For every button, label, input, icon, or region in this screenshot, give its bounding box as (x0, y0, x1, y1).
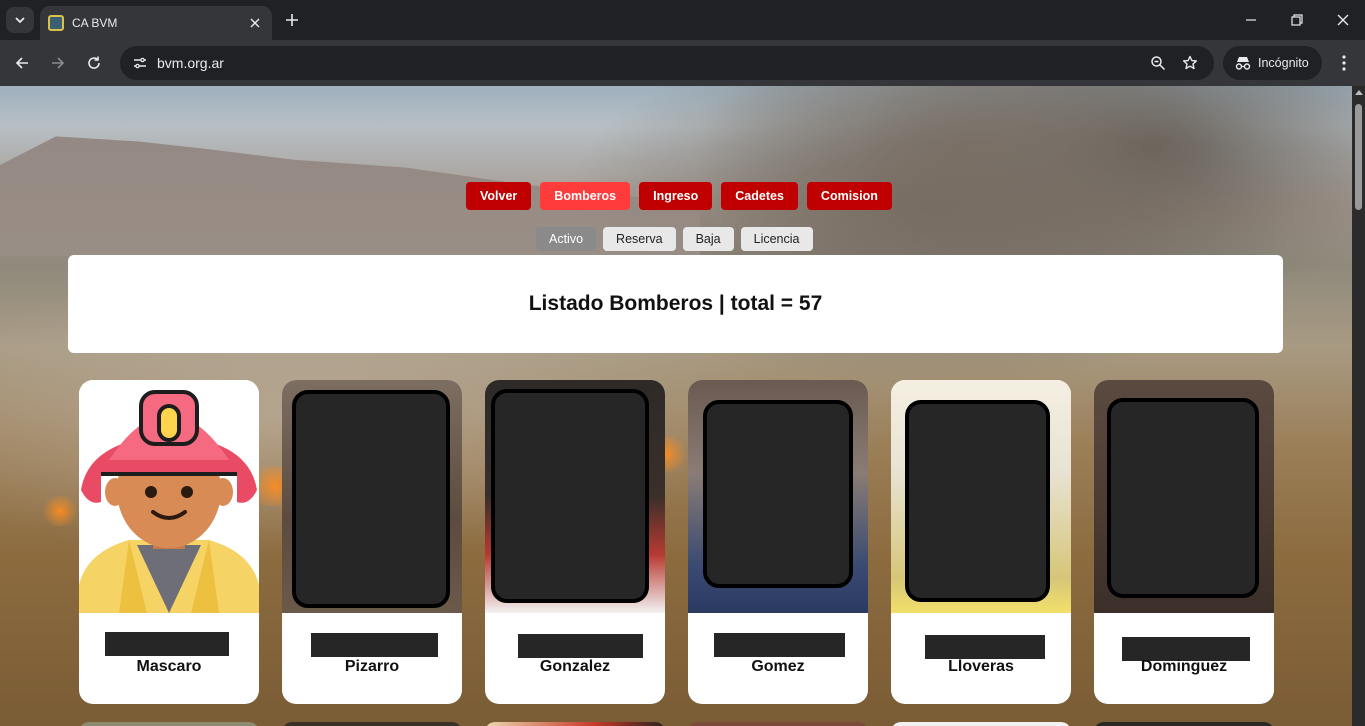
name-redaction-bar (925, 635, 1045, 659)
forward-button[interactable] (46, 51, 70, 75)
firefighter-surname: Lloveras (948, 658, 1014, 675)
more-vert-icon (1342, 55, 1346, 71)
name-redaction-bar (311, 633, 438, 657)
firefighter-card[interactable]: Lloveras (891, 380, 1071, 704)
site-favicon-icon (48, 15, 64, 31)
bookmark-button[interactable] (1179, 52, 1201, 74)
scroll-up-arrow-icon[interactable] (1355, 90, 1363, 95)
arrow-right-icon (52, 57, 65, 69)
zoom-button[interactable] (1147, 52, 1169, 74)
firefighter-card-partial[interactable] (688, 722, 868, 726)
firefighter-card[interactable]: Dominguez (1094, 380, 1274, 704)
site-settings-button[interactable] (128, 51, 152, 75)
firefighter-card-partial[interactable] (282, 722, 462, 726)
browser-tab[interactable]: CA BVM (40, 6, 272, 40)
incognito-label: Incógnito (1258, 56, 1309, 70)
photo-redaction-box (292, 390, 450, 608)
photo-redaction-box (703, 400, 853, 588)
browser-tab-bar: CA BVM (0, 0, 1365, 40)
firefighter-card[interactable]: Gomez (688, 380, 868, 704)
restore-icon (1291, 14, 1303, 26)
page-title: Listado Bomberos | total = 57 (528, 292, 823, 315)
name-redaction-bar (714, 633, 845, 657)
arrow-left-icon (15, 57, 28, 69)
back-button[interactable] (10, 51, 34, 75)
address-bar[interactable]: bvm.org.ar (120, 46, 1214, 80)
nav-ingreso-button[interactable]: Ingreso (639, 182, 713, 210)
plus-icon (286, 14, 298, 26)
firefighter-card[interactable]: Mascaro (79, 380, 259, 704)
firefighter-card[interactable]: Gonzalez (485, 380, 665, 704)
firefighter-card-partial[interactable] (79, 722, 259, 726)
minimize-icon (1246, 19, 1256, 21)
nav-cadetes-button[interactable]: Cadetes (721, 182, 798, 210)
page-viewport: Volver Bomberos Ingreso Cadetes Comision… (0, 86, 1352, 726)
firefighter-surname: Dominguez (1140, 658, 1228, 675)
firefighter-surname: Mascaro (136, 658, 202, 675)
nav-bomberos-button[interactable]: Bomberos (540, 182, 631, 210)
background-fire (40, 496, 80, 526)
name-redaction-bar (105, 632, 229, 656)
browser-toolbar: bvm.org.ar Incógnito (0, 40, 1365, 86)
filter-activo-button[interactable]: Activo (536, 227, 597, 251)
scrollbar-thumb[interactable] (1355, 104, 1362, 210)
next-card-row (79, 722, 1274, 726)
tune-icon (134, 57, 146, 69)
photo-redaction-box (905, 400, 1050, 602)
tab-title: CA BVM (72, 16, 118, 30)
firefighter-avatar-icon (79, 380, 259, 613)
page-scrollbar[interactable] (1352, 86, 1365, 726)
close-window-button[interactable] (1333, 10, 1353, 30)
filter-licencia-button[interactable]: Licencia (740, 227, 813, 251)
close-icon (250, 18, 260, 28)
name-redaction-bar (518, 634, 643, 658)
star-icon (1182, 55, 1198, 70)
firefighter-surname: Gomez (751, 658, 805, 675)
tab-search-button[interactable] (6, 7, 34, 33)
reload-button[interactable] (82, 51, 106, 75)
filter-baja-button[interactable]: Baja (682, 227, 734, 251)
firefighter-card-partial[interactable] (1094, 722, 1274, 726)
firefighter-surname: Pizarro (344, 658, 400, 675)
url-text: bvm.org.ar (157, 55, 224, 71)
incognito-icon (1235, 57, 1251, 70)
browser-menu-button[interactable] (1332, 51, 1356, 75)
firefighter-card-partial[interactable] (485, 722, 665, 726)
reload-icon (88, 56, 100, 69)
tab-close-button[interactable] (247, 15, 263, 31)
filter-reserva-button[interactable]: Reserva (603, 227, 676, 251)
chevron-down-icon (15, 17, 25, 24)
nav-comision-button[interactable]: Comision (806, 182, 892, 210)
minimize-button[interactable] (1241, 10, 1261, 30)
photo-redaction-box (491, 389, 649, 603)
firefighter-card[interactable]: Pizarro (282, 380, 462, 704)
nav-volver-button[interactable]: Volver (466, 182, 532, 210)
listing-header: Listado Bomberos | total = 57 (68, 255, 1283, 353)
incognito-indicator[interactable]: Incógnito (1223, 46, 1322, 80)
close-icon (1337, 14, 1349, 26)
new-tab-button[interactable] (282, 10, 302, 30)
main-nav: Volver Bomberos Ingreso Cadetes Comision (466, 182, 892, 210)
restore-button[interactable] (1287, 10, 1307, 30)
photo-redaction-box (1107, 398, 1259, 598)
firefighter-card-partial[interactable] (891, 722, 1071, 726)
firefighter-surname: Gonzalez (539, 658, 611, 675)
zoom-out-icon (1151, 56, 1166, 71)
firefighter-card-grid: Mascaro Pizarro Gonzalez Gomez Lloveras … (79, 380, 1274, 704)
status-filter-nav: Activo Reserva Baja Licencia (536, 227, 813, 251)
firefighter-avatar (79, 380, 259, 613)
